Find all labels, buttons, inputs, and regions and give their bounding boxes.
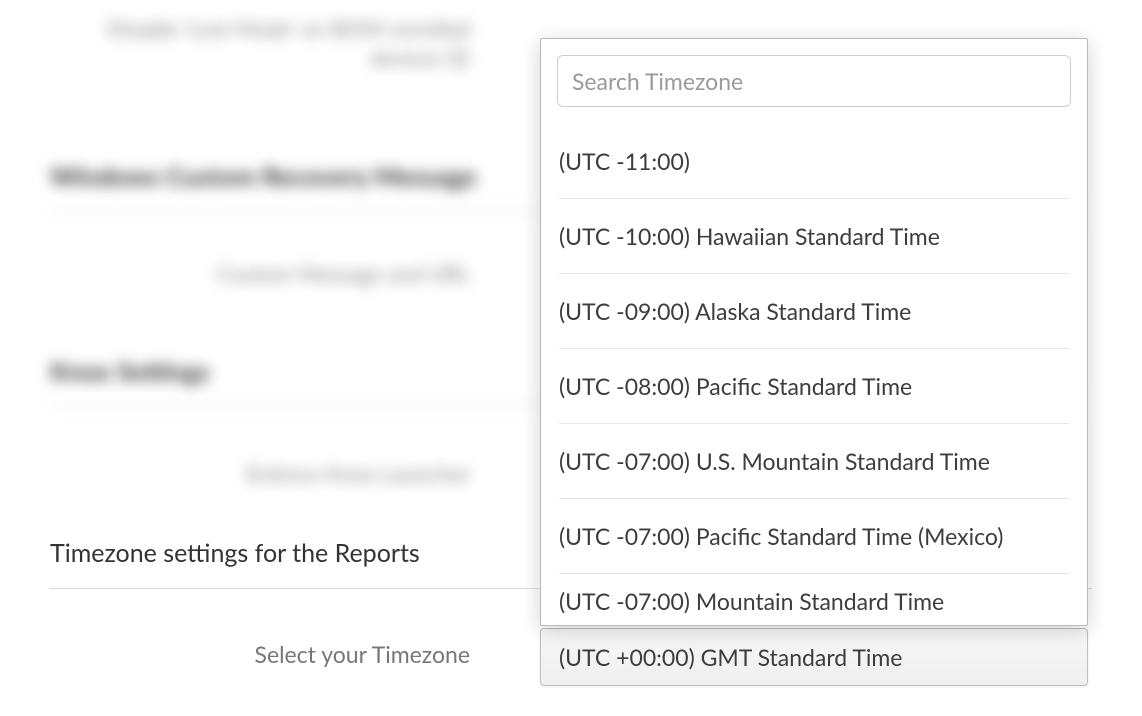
timezone-option[interactable]: (UTC -10:00) Hawaiian Standard Time: [559, 198, 1069, 273]
search-wrap: [541, 39, 1087, 123]
bg-label: Custom Message and URL: [50, 260, 470, 287]
timezone-option-list[interactable]: (UTC -11:00) (UTC -10:00) Hawaiian Stand…: [541, 123, 1087, 625]
timezone-search-input[interactable]: [557, 55, 1071, 107]
timezone-dropdown: (UTC -11:00) (UTC -10:00) Hawaiian Stand…: [540, 38, 1088, 626]
timezone-option[interactable]: (UTC -09:00) Alaska Standard Time: [559, 273, 1069, 348]
timezone-option[interactable]: (UTC -11:00): [559, 123, 1069, 198]
timezone-option[interactable]: (UTC -07:00) U.S. Mountain Standard Time: [559, 423, 1069, 498]
timezone-option[interactable]: (UTC -08:00) Pacific Standard Time: [559, 348, 1069, 423]
bg-label: Disable 'Lost Mode' on BOM-enrolled devi…: [50, 15, 470, 80]
timezone-select[interactable]: (UTC +00:00) GMT Standard Time: [540, 628, 1088, 686]
timezone-option[interactable]: (UTC -07:00) Pacific Standard Time (Mexi…: [559, 498, 1069, 573]
select-timezone-label: Select your Timezone: [50, 640, 470, 668]
timezone-option[interactable]: (UTC -07:00) Mountain Standard Time: [559, 573, 1069, 625]
bg-label: Enforce Knox Launcher: [50, 460, 470, 487]
section-title-timezone-reports: Timezone settings for the Reports: [50, 538, 420, 568]
settings-page: Disable 'Lost Mode' on BOM-enrolled devi…: [0, 0, 1142, 716]
timezone-selected-value: (UTC +00:00) GMT Standard Time: [559, 643, 902, 671]
